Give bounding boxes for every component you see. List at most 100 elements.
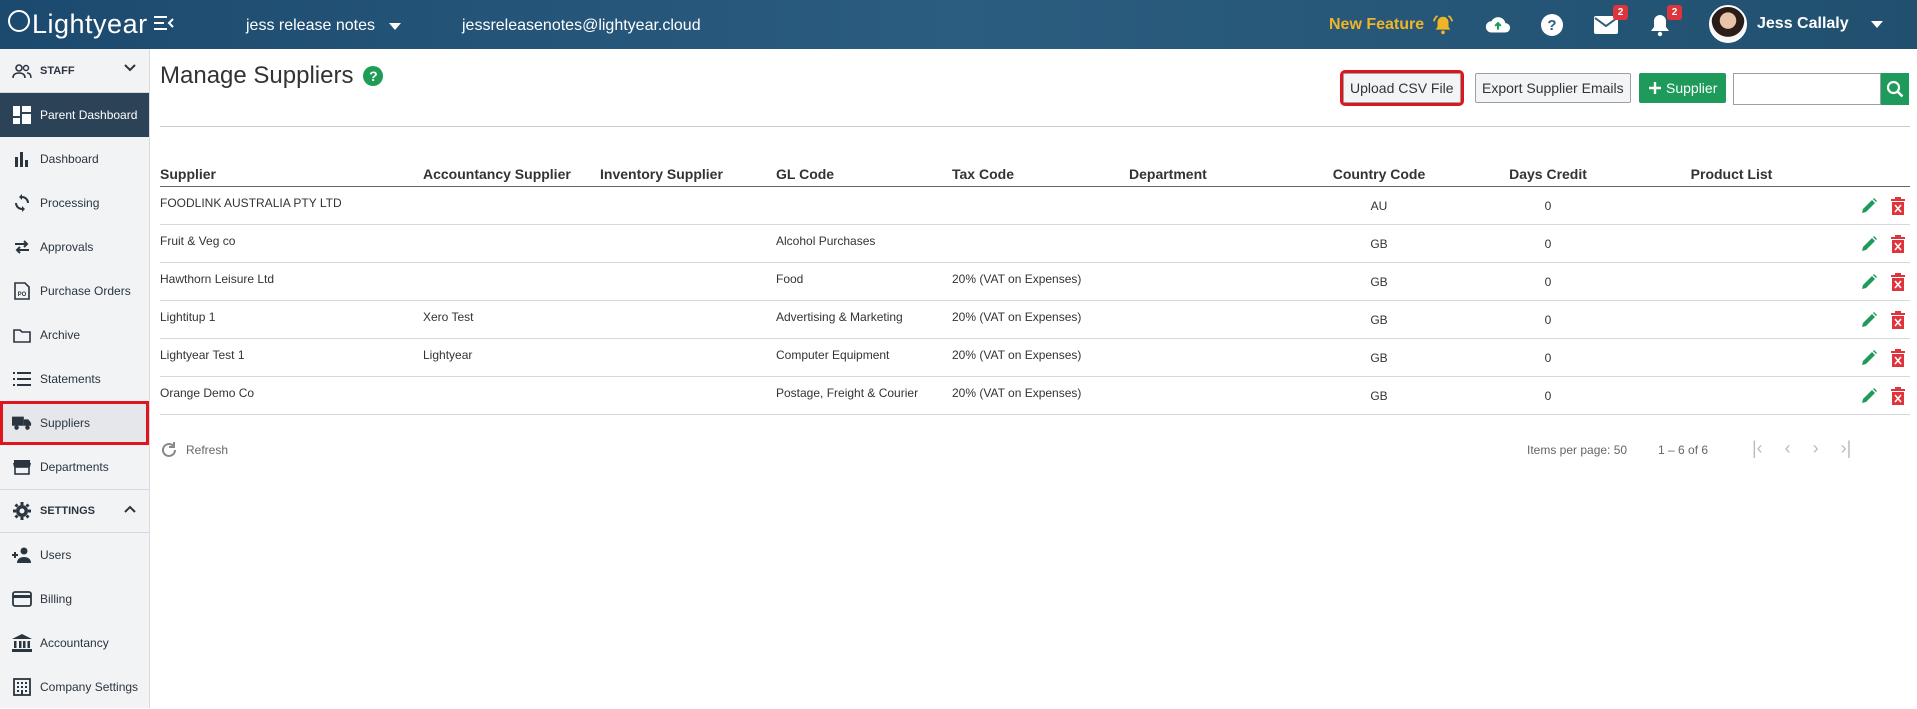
table-row[interactable]: FOODLINK AUSTRALIA PTY LTD AU 0 [160,187,1910,225]
column-header-gl-code[interactable]: GL Code [776,166,952,182]
swap-arrows-icon [12,237,32,257]
svg-text:?: ? [1547,17,1556,34]
notifications-bell-icon[interactable]: 2 [1646,5,1682,39]
sidebar-item-label: Approvals [40,240,94,254]
user-name: Jess Callaly [1757,15,1849,32]
delete-icon[interactable] [1890,196,1906,215]
user-menu[interactable]: Jess Callaly [1709,5,1883,43]
new-feature-label: New Feature [1329,16,1425,33]
column-header-accountancy-supplier[interactable]: Accountancy Supplier [423,166,600,182]
chevron-up-icon [123,504,137,517]
row-actions [1820,310,1910,329]
cell-tax-code: 20% (VAT on Expenses) [952,309,1082,324]
sidebar-item-label: Processing [40,196,100,210]
items-per-page[interactable]: Items per page: 50 [1527,443,1627,457]
delete-icon[interactable] [1890,348,1906,367]
edit-pencil-icon[interactable] [1860,235,1878,253]
table-header-row: Supplier Accountancy Supplier Inventory … [160,161,1910,187]
table-row[interactable]: Orange Demo Co Postage, Freight & Courie… [160,377,1910,415]
sidebar-item-archive[interactable]: Archive [0,313,149,357]
sidebar: STAFF Parent Dashboard Dashboard Process… [0,49,150,708]
cell-tax-code: 20% (VAT on Expenses) [952,271,1082,286]
column-header-days-credit[interactable]: Days Credit [1453,166,1643,182]
sidebar-section-settings[interactable]: SETTINGS [0,489,149,533]
sidebar-section-staff[interactable]: STAFF [0,49,149,93]
row-actions [1820,348,1910,367]
sidebar-item-purchase-orders[interactable]: PO Purchase Orders [0,269,149,313]
po-document-icon: PO [12,281,32,301]
suppliers-table: Supplier Accountancy Supplier Inventory … [160,161,1910,415]
row-actions [1820,196,1910,215]
edit-pencil-icon[interactable] [1860,349,1878,367]
edit-pencil-icon[interactable] [1860,197,1878,215]
export-supplier-emails-button[interactable]: Export Supplier Emails [1475,73,1631,103]
row-actions [1820,386,1910,405]
help-icon[interactable]: ? [1538,11,1566,39]
last-page-icon[interactable]: ›| [1841,438,1852,459]
previous-page-icon[interactable]: ‹ [1785,438,1791,459]
lightyear-logo[interactable]: Lightyear [8,6,148,42]
mail-icon[interactable]: 2 [1592,5,1628,39]
column-header-country-code[interactable]: Country Code [1305,166,1453,182]
column-header-inventory-supplier[interactable]: Inventory Supplier [600,166,776,182]
table-row[interactable]: Lightyear Test 1 Lightyear Computer Equi… [160,339,1910,377]
cell-gl-code: Advertising & Marketing [776,309,903,324]
delete-icon[interactable] [1890,310,1906,329]
sidebar-item-departments[interactable]: Departments [0,445,149,489]
sidebar-item-suppliers[interactable]: Suppliers [0,401,149,445]
refresh-label: Refresh [186,443,229,457]
list-icon [12,369,32,389]
add-supplier-button[interactable]: Supplier [1639,73,1727,103]
chevron-down-icon [123,63,137,76]
column-header-tax-code[interactable]: Tax Code [952,166,1129,182]
svg-text:PO: PO [18,292,27,298]
sidebar-item-accountancy[interactable]: Accountancy [0,621,149,665]
edit-pencil-icon[interactable] [1860,273,1878,291]
sidebar-item-statements[interactable]: Statements [0,357,149,401]
refresh-button[interactable]: Refresh [160,441,228,459]
sidebar-item-billing[interactable]: Billing [0,577,149,621]
first-page-icon[interactable]: |‹ [1752,438,1763,459]
truck-icon [12,413,32,433]
sidebar-item-parent-dashboard[interactable]: Parent Dashboard [0,93,149,137]
organisation-select[interactable]: jess release notes [246,17,401,35]
sidebar-item-label: Parent Dashboard [40,108,138,122]
delete-icon[interactable] [1890,272,1906,291]
sidebar-item-label: Archive [40,328,81,342]
cell-supplier: Lightyear Test 1 [160,347,245,362]
table-row[interactable]: Lightitup 1 Xero Test Advertising & Mark… [160,301,1910,339]
dashboard-grid-icon [12,105,32,125]
new-feature-link[interactable]: New Feature [1329,14,1454,36]
divider [160,126,1910,127]
next-page-icon[interactable]: › [1813,438,1819,459]
upload-csv-button[interactable]: Upload CSV File [1340,70,1464,106]
menu-collapse-icon[interactable] [154,15,174,36]
sidebar-item-label: Dashboard [40,152,99,166]
sidebar-item-users[interactable]: Users [0,533,149,577]
delete-icon[interactable] [1890,234,1906,253]
edit-pencil-icon[interactable] [1860,311,1878,329]
edit-pencil-icon[interactable] [1860,387,1878,405]
column-header-supplier[interactable]: Supplier [160,166,423,182]
pagination-controls: |‹ ‹ › ›| [1752,438,1851,459]
sidebar-item-approvals[interactable]: Approvals [0,225,149,269]
help-icon[interactable]: ? [363,66,384,86]
cloud-upload-icon[interactable] [1484,11,1512,39]
avatar [1709,5,1747,43]
cell-days-credit: 0 [1544,350,1552,365]
table-row[interactable]: Hawthorn Leisure Ltd Food 20% (VAT on Ex… [160,263,1910,301]
cell-country-code: AU [1370,198,1388,213]
delete-icon[interactable] [1890,386,1906,405]
search-input[interactable] [1733,73,1881,105]
table-row[interactable]: Fruit & Veg co Alcohol Purchases GB 0 [160,225,1910,263]
column-header-department[interactable]: Department [1129,166,1305,182]
row-actions [1820,272,1910,291]
search-button[interactable] [1881,73,1909,105]
sidebar-item-dashboard[interactable]: Dashboard [0,137,149,181]
sidebar-item-processing[interactable]: Processing [0,181,149,225]
cell-accountancy-supplier: Xero Test [423,309,474,324]
chevron-down-icon [388,22,401,30]
cell-supplier: Hawthorn Leisure Ltd [160,271,275,286]
column-header-product-list[interactable]: Product List [1643,166,1820,182]
sidebar-item-company-settings[interactable]: Company Settings [0,665,149,709]
